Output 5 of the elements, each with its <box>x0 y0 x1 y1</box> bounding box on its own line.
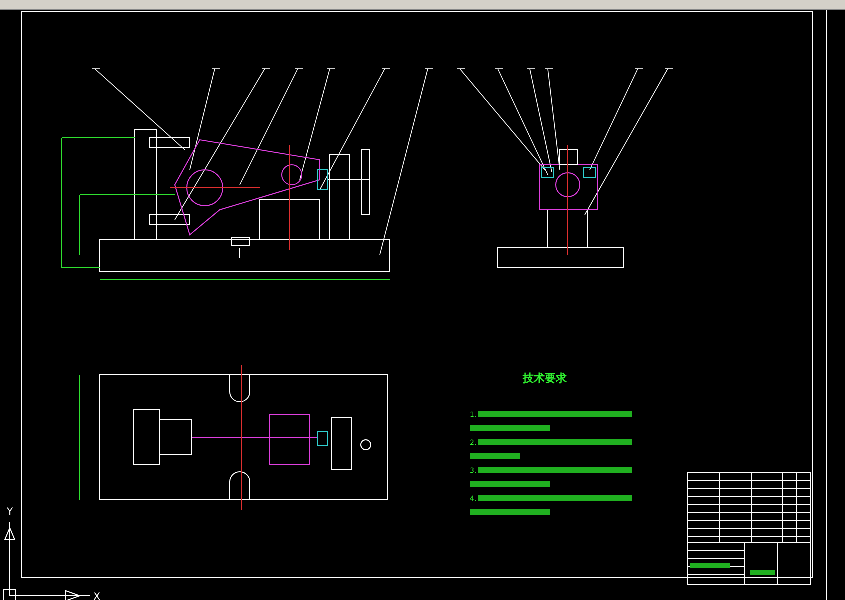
notes-title: 技术要求 <box>523 372 567 385</box>
ucs-icon <box>4 522 90 600</box>
x-axis-label: X <box>94 592 100 600</box>
illegible-text <box>470 453 520 459</box>
y-axis-label: Y <box>6 507 14 518</box>
